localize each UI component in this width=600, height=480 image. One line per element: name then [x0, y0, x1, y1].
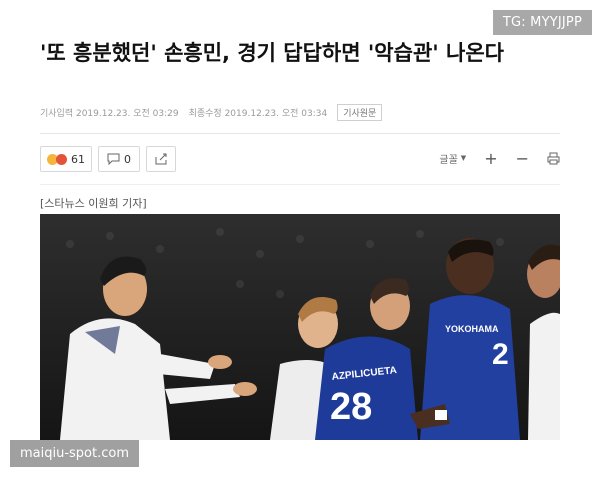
- font-menu[interactable]: 글꼴 ▼: [439, 151, 466, 166]
- comment-count: 0: [124, 152, 131, 166]
- shirt-number-front: 28: [330, 386, 372, 428]
- article-headline: '또 흥분했던' 손흥민, 경기 답답하면 '악습관' 나온다: [40, 41, 504, 65]
- reporter-byline: [스타뉴스 이원희 기자]: [40, 197, 147, 210]
- angry-emoji-icon: [56, 153, 67, 165]
- dropdown-caret-icon: ▼: [460, 154, 467, 162]
- watermark-top: TG: MYYJJPP: [492, 10, 592, 35]
- comment-button[interactable]: 0: [98, 146, 140, 172]
- shirt-sponsor-text: YOKOHAMA: [445, 324, 499, 334]
- article-photo: AZPILICUETA 28 YOKOHAMA 2: [40, 214, 560, 440]
- divider-top: [40, 133, 560, 134]
- share-button[interactable]: [146, 146, 176, 172]
- divider-bottom: [40, 184, 560, 185]
- player-far-right-white: [527, 244, 560, 440]
- article-meta: 기사입력 2019.12.23. 오전 03:29 최종수정 2019.12.2…: [40, 104, 383, 121]
- article-actions: 61 0 글꼴 ▼ + −: [40, 146, 560, 172]
- original-article-link[interactable]: 기사원문: [337, 104, 383, 121]
- share-icon: [155, 153, 166, 165]
- shirt-number-right: 2: [492, 338, 509, 371]
- updated-date: 최종수정 2019.12.23. 오전 03:34: [188, 109, 328, 119]
- comment-icon: [107, 153, 120, 165]
- published-date: 기사입력 2019.12.23. 오전 03:29: [40, 109, 179, 119]
- watermark-bottom: maiqiu-spot.com: [10, 440, 140, 467]
- view-tools: 글꼴 ▼ + −: [439, 146, 560, 170]
- font-decrease-icon[interactable]: −: [516, 149, 529, 168]
- font-label: 글꼴: [439, 154, 458, 166]
- font-increase-icon[interactable]: +: [484, 149, 497, 168]
- reaction-button[interactable]: 61: [40, 146, 92, 172]
- print-icon[interactable]: [547, 152, 560, 165]
- reaction-count: 61: [71, 152, 85, 166]
